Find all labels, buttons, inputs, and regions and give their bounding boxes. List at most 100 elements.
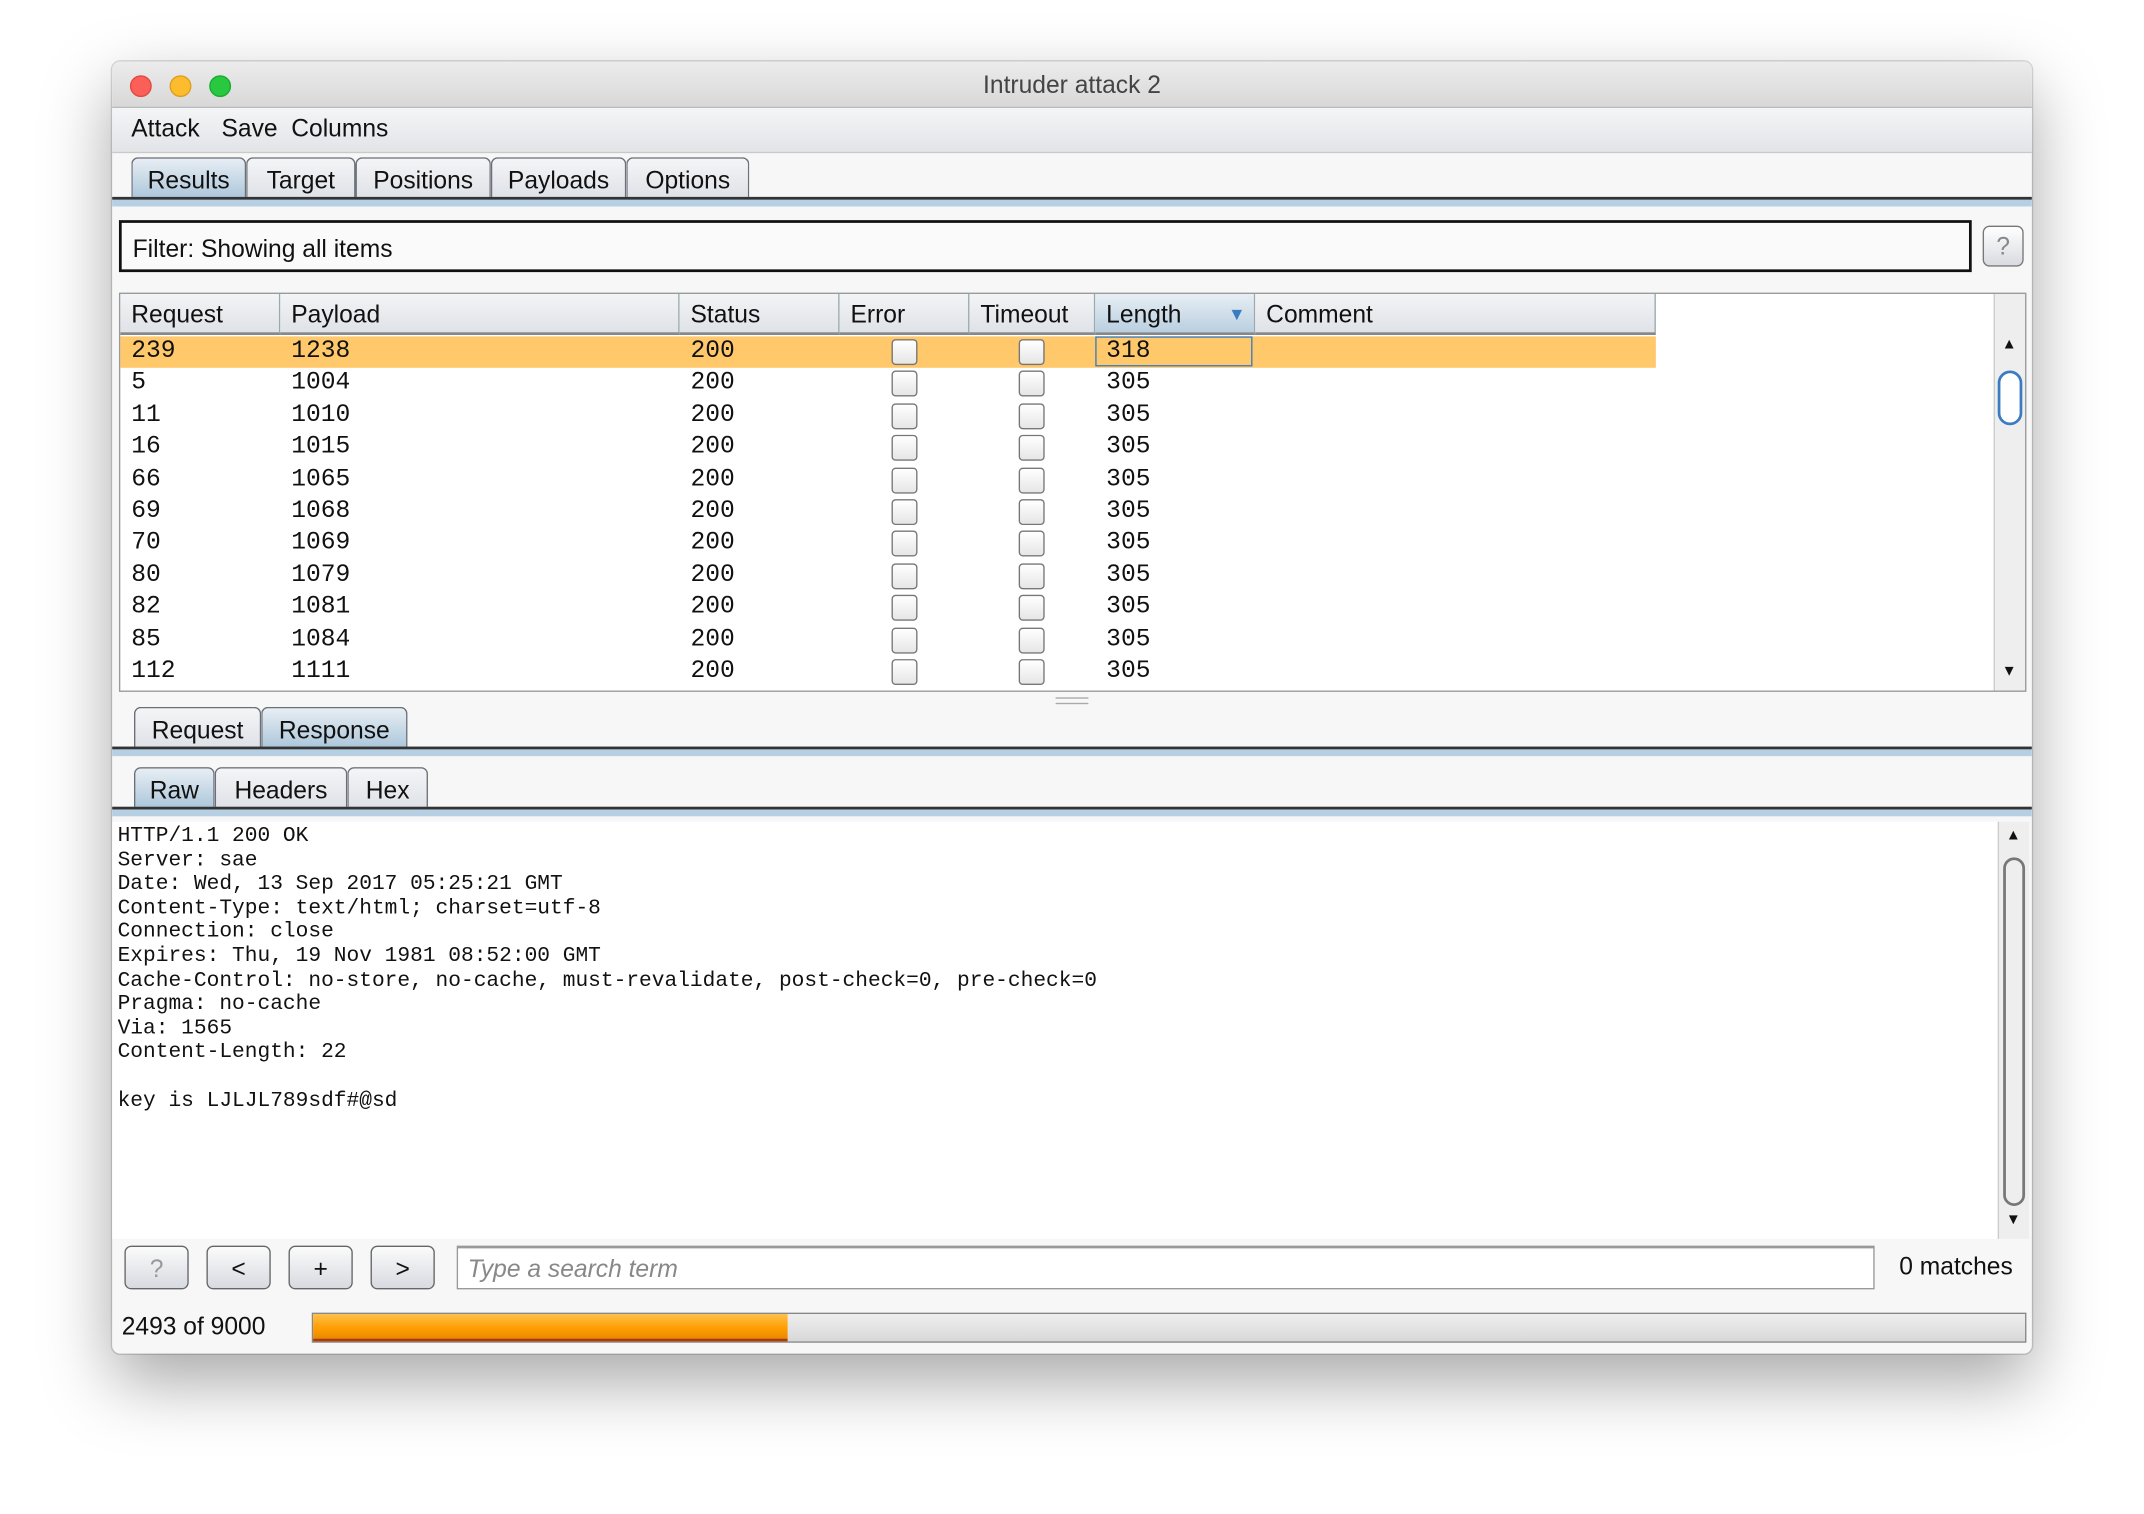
table-row[interactable]: 11 1010 200 305 [120, 400, 1656, 432]
error-checkbox[interactable] [891, 403, 918, 430]
cell-length: 305 [1106, 497, 1151, 526]
cell-length: 305 [1106, 593, 1151, 622]
table-row[interactable]: 239 1238 200 318 [120, 336, 1656, 369]
intruder-window: Intruder attack 2 Attack Save Columns Re… [112, 61, 2032, 1354]
scroll-up-arrow-icon[interactable]: ▲ [2002, 336, 2017, 352]
cell-request: 80 [131, 561, 161, 590]
match-count: 0 matches [1899, 1252, 2013, 1280]
length-header-label: Length [1106, 300, 1182, 329]
timeout-checkbox[interactable] [1018, 403, 1045, 430]
table-row[interactable]: 69 1068 200 305 [120, 496, 1656, 528]
cell-request: 5 [131, 369, 147, 398]
cell-payload: 1068 [291, 497, 351, 526]
error-checkbox[interactable] [891, 659, 918, 686]
timeout-checkbox[interactable] [1018, 627, 1045, 654]
error-checkbox[interactable] [891, 499, 918, 526]
table-row[interactable]: 5 1004 200 305 [120, 368, 1656, 400]
tab-divider [112, 746, 2032, 757]
column-header-status[interactable]: Status [679, 293, 840, 336]
menu-attack[interactable]: Attack [131, 115, 199, 144]
tab-positions[interactable]: Positions [355, 157, 491, 202]
message-tabs: Request Response [112, 704, 2032, 757]
error-checkbox[interactable] [891, 531, 918, 558]
scroll-thumb[interactable] [2003, 857, 2026, 1207]
progress-label: 2493 of 9000 [121, 1312, 266, 1341]
timeout-checkbox[interactable] [1018, 563, 1045, 590]
timeout-checkbox[interactable] [1018, 339, 1045, 366]
cell-status: 200 [690, 465, 735, 494]
cell-status: 200 [690, 369, 735, 398]
filter-bar[interactable]: Filter: Showing all items [118, 220, 1972, 273]
error-checkbox[interactable] [891, 371, 918, 398]
cell-payload: 1004 [291, 369, 351, 398]
error-checkbox[interactable] [891, 563, 918, 590]
cell-payload: 1238 [291, 337, 351, 366]
cell-request: 239 [131, 337, 176, 366]
tab-headers[interactable]: Headers [214, 767, 348, 811]
tab-options[interactable]: Options [626, 157, 750, 202]
table-row[interactable]: 82 1081 200 305 [120, 592, 1656, 624]
timeout-checkbox[interactable] [1018, 595, 1045, 622]
cell-request: 16 [131, 433, 161, 462]
timeout-checkbox[interactable] [1018, 371, 1045, 398]
column-header-error[interactable]: Error [839, 293, 970, 336]
progress-fill [313, 1314, 788, 1342]
cell-payload: 1010 [291, 401, 351, 430]
menu-save[interactable]: Save [222, 115, 278, 144]
results-table: Request Payload Status Error Timeout Len… [118, 292, 2027, 692]
table-scrollbar[interactable]: ▲ ▼ [1993, 293, 2026, 691]
error-checkbox[interactable] [891, 435, 918, 462]
timeout-checkbox[interactable] [1018, 467, 1045, 494]
filter-help-button[interactable]: ? [1982, 225, 2024, 267]
scroll-down-arrow-icon[interactable]: ▼ [2002, 663, 2017, 679]
table-row[interactable]: 66 1065 200 305 [120, 464, 1656, 496]
error-checkbox[interactable] [891, 339, 918, 366]
cell-payload: 1111 [291, 657, 351, 686]
search-input[interactable]: Type a search term [456, 1245, 1875, 1290]
error-checkbox[interactable] [891, 627, 918, 654]
table-row[interactable]: 16 1015 200 305 [120, 432, 1656, 464]
table-row[interactable]: 112 1111 200 305 [120, 656, 1656, 688]
timeout-checkbox[interactable] [1018, 499, 1045, 526]
cell-status: 200 [690, 593, 735, 622]
cell-status: 200 [690, 401, 735, 430]
cell-status: 200 [690, 337, 735, 366]
table-row[interactable]: 70 1069 200 305 [120, 528, 1656, 560]
tab-raw[interactable]: Raw [134, 767, 215, 811]
search-add-button[interactable]: + [288, 1245, 353, 1290]
table-row[interactable]: 80 1079 200 305 [120, 560, 1656, 592]
cell-length: 305 [1106, 369, 1151, 398]
error-checkbox[interactable] [891, 467, 918, 494]
tab-hex[interactable]: Hex [347, 767, 428, 811]
cell-payload: 1079 [291, 561, 351, 590]
cell-request: 11 [131, 401, 161, 430]
table-row[interactable]: 85 1084 200 305 [120, 624, 1656, 656]
search-previous-button[interactable]: < [206, 1245, 271, 1290]
column-header-request[interactable]: Request [120, 293, 281, 336]
column-header-length[interactable]: Length ▼ [1095, 293, 1256, 336]
menu-columns[interactable]: Columns [291, 115, 388, 144]
timeout-checkbox[interactable] [1018, 659, 1045, 686]
search-help-button[interactable]: ? [124, 1245, 189, 1290]
cell-request: 85 [131, 625, 161, 654]
search-next-button[interactable]: > [370, 1245, 435, 1290]
window-title: Intruder attack 2 [983, 71, 1161, 99]
split-pane-divider[interactable] [1055, 697, 1089, 705]
tab-response[interactable]: Response [261, 706, 408, 751]
scroll-up-arrow-icon[interactable]: ▲ [2006, 827, 2021, 843]
column-header-payload[interactable]: Payload [280, 293, 680, 336]
scroll-thumb[interactable] [1997, 370, 2023, 426]
timeout-checkbox[interactable] [1018, 531, 1045, 558]
cell-length: 305 [1106, 401, 1151, 430]
tab-results[interactable]: Results [131, 157, 247, 202]
error-checkbox[interactable] [891, 595, 918, 622]
tab-request[interactable]: Request [134, 706, 262, 751]
response-body[interactable]: HTTP/1.1 200 OK Server: sae Date: Wed, 1… [112, 821, 2000, 1239]
response-scrollbar[interactable]: ▲ ▼ [1997, 821, 2030, 1239]
tab-payloads[interactable]: Payloads [490, 157, 627, 202]
timeout-checkbox[interactable] [1018, 435, 1045, 462]
column-header-timeout[interactable]: Timeout [969, 293, 1096, 336]
scroll-down-arrow-icon[interactable]: ▼ [2006, 1211, 2021, 1227]
column-header-comment[interactable]: Comment [1255, 293, 1656, 336]
tab-target[interactable]: Target [246, 157, 356, 202]
